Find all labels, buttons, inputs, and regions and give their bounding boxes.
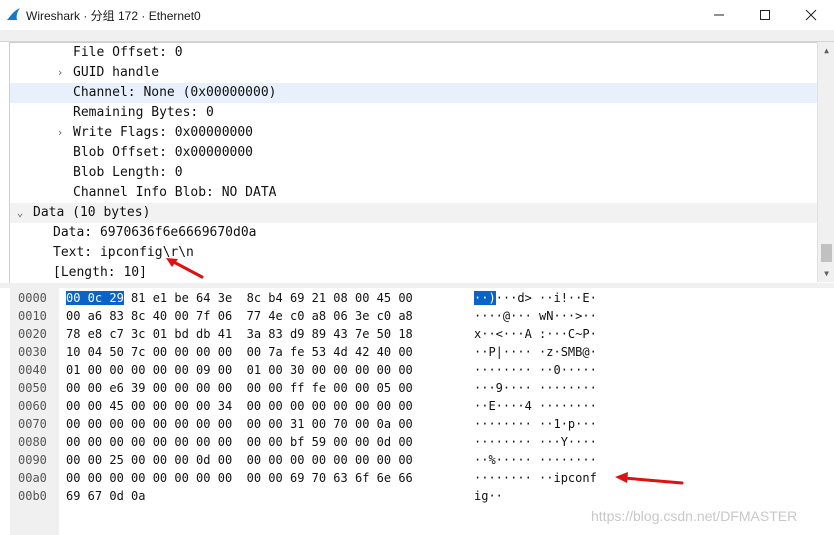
ascii-line[interactable]: ··E····4 ········ — [474, 397, 597, 415]
ascii-line[interactable]: ···9···· ········ — [474, 379, 597, 397]
ascii-line[interactable]: ········ ··ipconf — [474, 469, 597, 487]
hex-line[interactable]: 00 00 00 00 00 00 00 00 00 00 69 70 63 6… — [66, 469, 413, 487]
annotation-arrow-icon — [166, 258, 204, 279]
watermark: https://blog.csdn.net/DFMASTER — [591, 508, 798, 524]
minimize-button[interactable] — [696, 0, 742, 30]
tree-row-channel[interactable]: Channel: None (0x00000000) — [10, 83, 818, 103]
hex-offset: 0090 — [18, 453, 47, 467]
hex-line[interactable]: 00 00 25 00 00 00 0d 00 00 00 00 00 00 0… — [66, 451, 413, 469]
tree-row-label: Blob Length: 0 — [73, 165, 183, 180]
ascii-line[interactable]: ig·· — [474, 487, 503, 505]
tree-row[interactable]: File Offset: 0 — [10, 43, 818, 63]
window-title: Wireshark · 分组 172 · Ethernet0 — [26, 9, 201, 23]
ascii-chars: ···d> ··i!··E· — [495, 291, 597, 305]
window-frame — [0, 30, 834, 42]
tree-row-label: Channel: None (0x00000000) — [73, 85, 277, 100]
tree-row[interactable]: Blob Length: 0 — [10, 163, 818, 183]
packet-bytes-pane[interactable]: 0000 0010 0020 0030 0040 0050 0060 0070 … — [0, 288, 834, 535]
hex-line[interactable]: 69 67 0d 0a — [66, 487, 145, 505]
tree-row-label: GUID handle — [73, 65, 160, 80]
tree-row-write-flags[interactable]: › Write Flags: 0x00000000 — [10, 123, 818, 143]
maximize-icon — [760, 10, 770, 20]
maximize-button[interactable] — [742, 0, 788, 30]
scroll-up-icon[interactable]: ▲ — [818, 42, 834, 59]
annotation-arrow-icon — [615, 472, 684, 485]
hex-line[interactable]: 00 00 e6 39 00 00 00 00 00 00 ff fe 00 0… — [66, 379, 413, 397]
scrollbar-thumb[interactable] — [821, 244, 832, 262]
chevron-right-icon[interactable]: › — [54, 63, 66, 83]
tree-row-label: Channel Info Blob: NO DATA — [73, 185, 277, 200]
hex-offset: 0030 — [18, 345, 47, 359]
hex-line[interactable]: 00 0c 29 81 e1 be 64 3e 8c b4 69 21 08 0… — [66, 289, 413, 307]
tree-row-guid-handle[interactable]: › GUID handle — [10, 63, 818, 83]
scroll-down-icon[interactable]: ▼ — [818, 265, 834, 282]
tree-row-text[interactable]: Text: ipconfig\r\n — [10, 243, 818, 263]
ascii-line[interactable]: ··)···d> ··i!··E· — [474, 289, 597, 307]
hex-offset: 0000 — [18, 291, 47, 305]
minimize-icon — [714, 14, 724, 16]
hex-line[interactable]: 78 e8 c7 3c 01 bd db 41 3a 83 d9 89 43 7… — [66, 325, 413, 343]
tree-row-label: [Length: 10] — [53, 265, 147, 280]
hex-line[interactable]: 00 a6 83 8c 40 00 7f 06 77 4e c0 a8 06 3… — [66, 307, 413, 325]
selected-ascii: ··) — [474, 291, 496, 305]
tree-row[interactable]: Channel Info Blob: NO DATA — [10, 183, 818, 203]
close-button[interactable] — [788, 0, 834, 30]
packet-details-pane[interactable]: File Offset: 0 › GUID handle Channel: No… — [9, 42, 818, 284]
hex-offset: 0040 — [18, 363, 47, 377]
close-icon — [805, 9, 817, 21]
hex-offset: 0020 — [18, 327, 47, 341]
hex-line[interactable]: 10 04 50 7c 00 00 00 00 00 7a fe 53 4d 4… — [66, 343, 413, 361]
tree-row-label: Write Flags: 0x00000000 — [73, 125, 254, 140]
tree-row[interactable]: Blob Offset: 0x00000000 — [10, 143, 818, 163]
tree-row-label: Remaining Bytes: 0 — [73, 105, 214, 120]
hex-offset: 00b0 — [18, 489, 47, 503]
details-scrollbar[interactable]: ▲ ▼ — [817, 42, 834, 282]
hex-bytes: 81 e1 be 64 3e 8c b4 69 21 08 00 45 00 — [123, 291, 413, 305]
chevron-down-icon[interactable]: ⌄ — [14, 203, 26, 223]
offset-gutter: 0000 0010 0020 0030 0040 0050 0060 0070 … — [10, 288, 59, 535]
tree-row[interactable]: [Length: 10] — [10, 263, 818, 283]
hex-line[interactable]: 00 00 45 00 00 00 00 34 00 00 00 00 00 0… — [66, 397, 413, 415]
tree-row-label: Blob Offset: 0x00000000 — [73, 145, 254, 160]
tree-row[interactable]: Data: 6970636f6e6669670d0a — [10, 223, 818, 243]
ascii-line[interactable]: ········ ··1·p··· — [474, 415, 597, 433]
ascii-line[interactable]: ····@··· wN···>·· — [474, 307, 597, 325]
hex-offset: 0050 — [18, 381, 47, 395]
hex-offset: 0060 — [18, 399, 47, 413]
shark-fin-icon — [7, 8, 20, 20]
selected-bytes: 00 0c 29 — [66, 291, 124, 305]
tree-row-label: Data: 6970636f6e6669670d0a — [53, 225, 257, 240]
ascii-line[interactable]: ··P|···· ·z·SMB@· — [474, 343, 597, 361]
ascii-line[interactable]: x··<···A :···C~P· — [474, 325, 597, 343]
hex-offset: 00a0 — [18, 471, 47, 485]
hex-offset: 0080 — [18, 435, 47, 449]
hex-line[interactable]: 00 00 00 00 00 00 00 00 00 00 bf 59 00 0… — [66, 433, 413, 451]
ascii-line[interactable]: ········ ···Y···· — [474, 433, 597, 451]
tree-row[interactable]: Remaining Bytes: 0 — [10, 103, 818, 123]
tree-row-label: File Offset: 0 — [73, 45, 183, 60]
ascii-line[interactable]: ··%····· ········ — [474, 451, 597, 469]
hex-offset: 0070 — [18, 417, 47, 431]
chevron-right-icon[interactable]: › — [54, 123, 66, 143]
tree-row-data[interactable]: ⌄ Data (10 bytes) — [10, 203, 818, 223]
title-bar: Wireshark · 分组 172 · Ethernet0 — [0, 0, 834, 30]
tree-row-label: Data (10 bytes) — [33, 205, 151, 220]
hex-line[interactable]: 01 00 00 00 00 00 09 00 01 00 30 00 00 0… — [66, 361, 413, 379]
hex-offset: 0010 — [18, 309, 47, 323]
hex-line[interactable]: 00 00 00 00 00 00 00 00 00 00 31 00 70 0… — [66, 415, 413, 433]
ascii-line[interactable]: ········ ··0····· — [474, 361, 597, 379]
